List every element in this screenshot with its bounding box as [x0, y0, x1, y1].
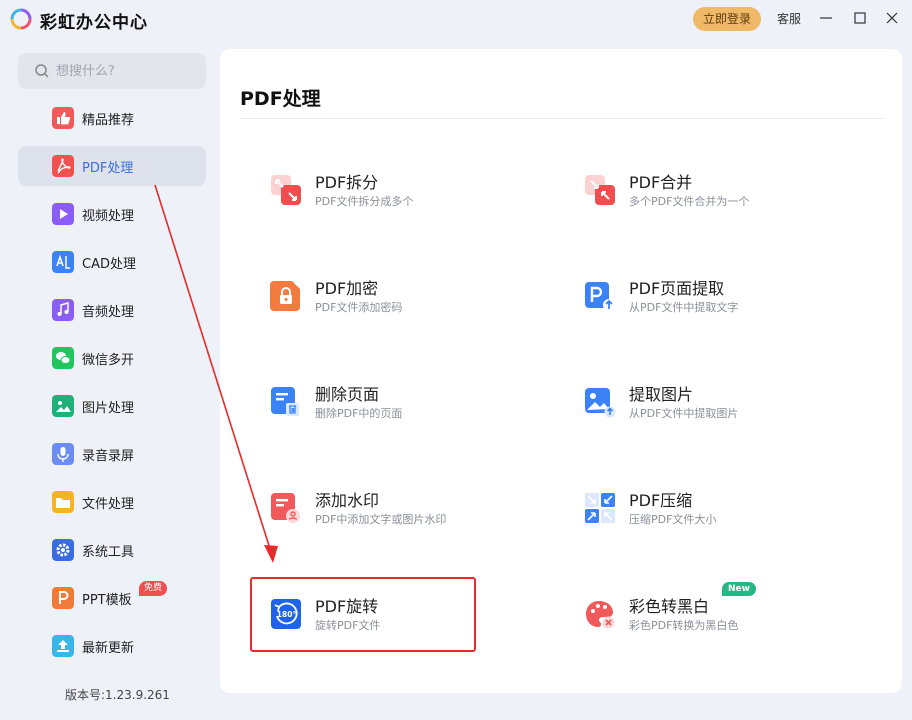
- close-button[interactable]: [882, 8, 902, 28]
- tool-desc: 多个PDF文件合并为一个: [629, 195, 750, 208]
- sidebar-item-pdf[interactable]: PDF处理: [18, 146, 206, 186]
- tool-name: PDF页面提取: [629, 279, 725, 298]
- upload-icon: [52, 635, 74, 657]
- sidebar-item-recommend[interactable]: 精品推荐: [18, 98, 206, 138]
- tool-name: 删除页面: [315, 385, 380, 404]
- sidebar-item-wechat[interactable]: 微信多开: [18, 338, 206, 378]
- tool-pdf-split[interactable]: PDF拆分 PDF文件拆分成多个: [270, 169, 510, 229]
- tool-pdf-compress[interactable]: PDF压缩 压缩PDF文件大小: [584, 487, 824, 547]
- free-badge: 免费: [139, 581, 168, 596]
- sidebar-item-label: 微信多开: [82, 353, 135, 368]
- tool-pdf-page-extract[interactable]: PDF页面提取 从PDF文件中提取文字: [584, 275, 824, 335]
- sidebar-item-label: 最新更新: [82, 641, 135, 656]
- video-play-icon: [52, 203, 74, 225]
- pdf-icon: [52, 155, 74, 177]
- music-note-icon: [52, 299, 74, 321]
- sidebar-item-label: 精品推荐: [82, 113, 135, 128]
- sidebar-item-label: CAD处理: [82, 257, 136, 272]
- sidebar-item-image[interactable]: 图片处理: [18, 386, 206, 426]
- maximize-button[interactable]: [850, 8, 870, 28]
- wechat-icon: [52, 347, 74, 369]
- sidebar-item-updates[interactable]: 最新更新: [18, 626, 206, 666]
- tool-desc: 删除PDF中的页面: [315, 407, 403, 420]
- sidebar-item-label: PDF处理: [82, 161, 134, 176]
- sidebar-item-label: PPT模板: [82, 593, 132, 608]
- new-badge: New: [722, 582, 756, 596]
- watermark-icon: [271, 493, 300, 523]
- sidebar-item-system-tools[interactable]: 系统工具: [18, 530, 206, 570]
- cad-icon: [52, 251, 74, 273]
- sidebar-item-label: 视频处理: [82, 209, 135, 224]
- app-title: 彩虹办公中心: [40, 13, 148, 33]
- tool-name: PDF拆分: [315, 173, 379, 192]
- sidebar-item-ppt[interactable]: PPT模板 免费: [18, 578, 206, 618]
- minimize-icon: [820, 17, 832, 19]
- tool-name: 添加水印: [315, 491, 380, 510]
- tool-name: PDF加密: [315, 279, 379, 298]
- minimize-button[interactable]: [816, 8, 836, 28]
- tool-desc: 从PDF文件中提取文字: [629, 301, 739, 314]
- divider: [240, 118, 883, 119]
- sidebar-item-label: 录音录屏: [82, 449, 135, 464]
- color-to-bw-icon: [586, 601, 615, 629]
- sidebar-item-label: 音频处理: [82, 305, 135, 320]
- tool-desc: 从PDF文件中提取图片: [629, 407, 739, 420]
- tool-desc: PDF中添加文字或图片水印: [315, 513, 447, 526]
- tool-add-watermark[interactable]: 添加水印 PDF中添加文字或图片水印: [270, 487, 510, 547]
- merge-arrows-icon: [585, 175, 615, 205]
- tool-pdf-merge[interactable]: PDF合并 多个PDF文件合并为一个: [584, 169, 824, 229]
- main-panel: PDF处理 PDF拆分 PDF文件拆分成多个 PDF合并 多个PDF文件合并为一…: [220, 49, 902, 693]
- sidebar-item-audio[interactable]: 音频处理: [18, 290, 206, 330]
- thumbs-up-icon: [52, 107, 74, 129]
- page-extract-icon: [585, 282, 615, 311]
- compress-icon: [585, 493, 615, 523]
- folder-icon: [52, 491, 74, 513]
- extract-image-icon: [585, 388, 616, 418]
- sidebar-item-label: 文件处理: [82, 497, 135, 512]
- tool-desc: PDF文件拆分成多个: [315, 195, 414, 208]
- tool-delete-page[interactable]: 删除页面 删除PDF中的页面: [270, 381, 510, 441]
- tool-name: PDF压缩: [629, 491, 693, 510]
- tool-extract-image[interactable]: 提取图片 从PDF文件中提取图片: [584, 381, 824, 441]
- ppt-icon: [52, 587, 74, 609]
- lock-icon: [270, 281, 300, 311]
- tool-pdf-encrypt[interactable]: PDF加密 PDF文件添加密码: [270, 275, 510, 335]
- tool-name: 提取图片: [629, 385, 694, 404]
- maximize-icon: [854, 12, 866, 24]
- tool-desc: 压缩PDF文件大小: [629, 513, 717, 526]
- highlight-box: [250, 577, 476, 652]
- sidebar-item-record[interactable]: 录音录屏: [18, 434, 206, 474]
- close-icon: [886, 12, 898, 24]
- search-input[interactable]: [56, 53, 196, 89]
- sidebar: 精品推荐 PDF处理 视频处理 CAD处理 音频处理 微信多开 图片处理 录音录…: [0, 38, 220, 720]
- customer-service-link[interactable]: 客服: [777, 10, 801, 27]
- login-button[interactable]: 立即登录: [693, 7, 761, 31]
- sidebar-item-label: 系统工具: [82, 545, 135, 560]
- sidebar-item-label: 图片处理: [82, 401, 135, 416]
- tool-name: 彩色转黑白: [629, 597, 710, 616]
- app-logo-icon: [10, 8, 32, 30]
- sidebar-item-file[interactable]: 文件处理: [18, 482, 206, 522]
- image-icon: [52, 395, 74, 417]
- version-label: 版本号:1.23.9.261: [65, 688, 170, 702]
- tool-name: PDF合并: [629, 173, 693, 192]
- title-bar: 彩虹办公中心 立即登录 客服: [0, 0, 912, 38]
- page-title: PDF处理: [240, 88, 321, 110]
- tool-color-to-bw[interactable]: 彩色转黑白 彩色PDF转换为黑白色 New: [584, 582, 824, 653]
- delete-page-icon: [271, 387, 299, 416]
- sidebar-item-cad[interactable]: CAD处理: [18, 242, 206, 282]
- gear-icon: [52, 539, 74, 561]
- tool-desc: 彩色PDF转换为黑白色: [629, 619, 739, 632]
- search-box[interactable]: [18, 53, 206, 89]
- microphone-icon: [52, 443, 74, 465]
- sidebar-item-video[interactable]: 视频处理: [18, 194, 206, 234]
- split-arrows-icon: [271, 175, 301, 205]
- tool-desc: PDF文件添加密码: [315, 301, 403, 314]
- search-icon: [35, 64, 49, 78]
